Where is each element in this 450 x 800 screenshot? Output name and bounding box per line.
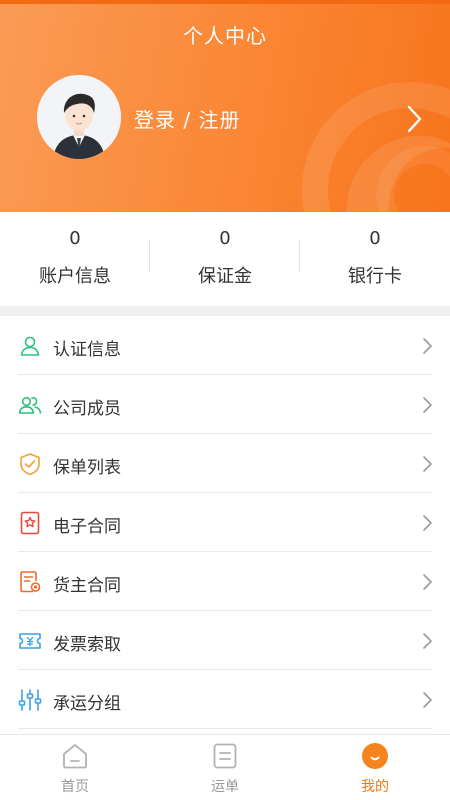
profile-icon [362, 743, 388, 769]
stat-label: 保证金 [198, 266, 252, 287]
tab-waybill[interactable]: 运单 [150, 735, 300, 800]
status-bar-strip [0, 0, 450, 4]
home-icon [63, 744, 87, 769]
contract-seal-icon [20, 571, 41, 593]
menu-item-invoice-request[interactable]: 发票索取 [0, 611, 450, 670]
shield-check-icon [20, 453, 40, 476]
chevron-right-icon [423, 692, 432, 708]
menu-item-label: 保单列表 [53, 458, 121, 478]
stat-account-info[interactable]: 0 账户信息 [0, 212, 150, 306]
tab-home[interactable]: 首页 [0, 735, 150, 800]
menu-item-e-contract[interactable]: 电子合同 [0, 493, 450, 552]
contract-star-icon [20, 511, 40, 535]
stat-bank-card[interactable]: 0 银行卡 [300, 212, 450, 306]
chevron-right-icon [423, 633, 432, 649]
profile-header: 个人中心 登录 / 注册 [0, 0, 450, 212]
chevron-right-icon [423, 338, 432, 354]
stat-value: 0 [219, 228, 231, 249]
invoice-icon [19, 633, 41, 649]
chevron-right-icon[interactable] [404, 104, 424, 134]
chevron-right-icon [423, 397, 432, 413]
divider [18, 728, 432, 729]
menu-item-label: 发票索取 [53, 635, 121, 655]
menu-item-label: 认证信息 [53, 340, 121, 360]
page-title: 个人中心 [183, 24, 267, 48]
chevron-right-icon [423, 456, 432, 472]
chevron-right-icon [423, 515, 432, 531]
section-gap [0, 306, 450, 316]
bottom-tab-bar: 首页 运单 我的 [0, 734, 450, 800]
menu-item-company-members[interactable]: 公司成员 [0, 375, 450, 434]
users-icon [18, 396, 42, 414]
menu-item-shipper-contract[interactable]: 货主合同 [0, 552, 450, 611]
stat-label: 银行卡 [348, 266, 402, 287]
user-icon [20, 336, 40, 356]
login-register-link[interactable]: 登录 / 注册 [134, 104, 240, 133]
menu-item-certification[interactable]: 认证信息 [0, 316, 450, 375]
decorative-swirl-icon [302, 82, 450, 212]
menu-item-carrier-group[interactable]: 承运分组 [0, 670, 450, 729]
account-stats: 0 账户信息 0 保证金 0 银行卡 [0, 212, 450, 306]
menu-item-policy-list[interactable]: 保单列表 [0, 434, 450, 493]
stat-value: 0 [69, 228, 81, 249]
chevron-right-icon [423, 574, 432, 590]
stat-value: 0 [369, 228, 381, 249]
stat-label: 账户信息 [39, 266, 111, 287]
avatar[interactable] [37, 75, 121, 159]
tab-label: 首页 [61, 779, 89, 795]
menu-item-label: 电子合同 [53, 517, 121, 537]
default-avatar-icon [37, 75, 121, 159]
menu-item-label: 公司成员 [53, 399, 121, 419]
tab-label: 我的 [361, 779, 389, 795]
waybill-icon [213, 743, 237, 769]
sliders-icon [18, 689, 42, 711]
tab-label: 运单 [211, 779, 239, 795]
menu-item-label: 承运分组 [53, 694, 121, 714]
tab-profile[interactable]: 我的 [300, 735, 450, 800]
stat-deposit[interactable]: 0 保证金 [150, 212, 300, 306]
menu-item-label: 货主合同 [53, 576, 121, 596]
